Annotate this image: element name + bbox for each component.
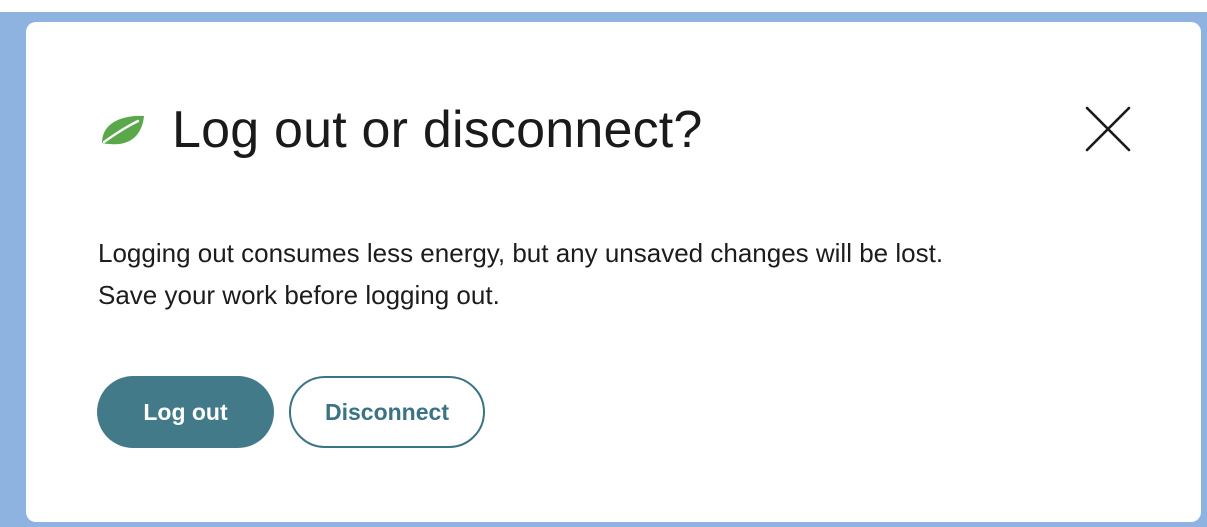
logout-dialog: Log out or disconnect? Logging out consu…: [26, 22, 1201, 522]
close-button[interactable]: [1083, 104, 1133, 154]
backdrop-top-edge: [0, 0, 1207, 12]
message-line: Save your work before logging out.: [98, 280, 500, 310]
leaf-icon: [98, 113, 146, 147]
disconnect-button[interactable]: Disconnect: [289, 376, 485, 448]
dialog-header: Log out or disconnect?: [98, 100, 703, 160]
message-line: Logging out consumes less energy, but an…: [98, 238, 944, 268]
log-out-button[interactable]: Log out: [97, 376, 274, 448]
close-icon: [1083, 104, 1133, 154]
dialog-title: Log out or disconnect?: [172, 101, 703, 159]
dialog-message: Logging out consumes less energy, but an…: [98, 232, 1138, 316]
dialog-actions: Log out Disconnect: [97, 376, 485, 448]
